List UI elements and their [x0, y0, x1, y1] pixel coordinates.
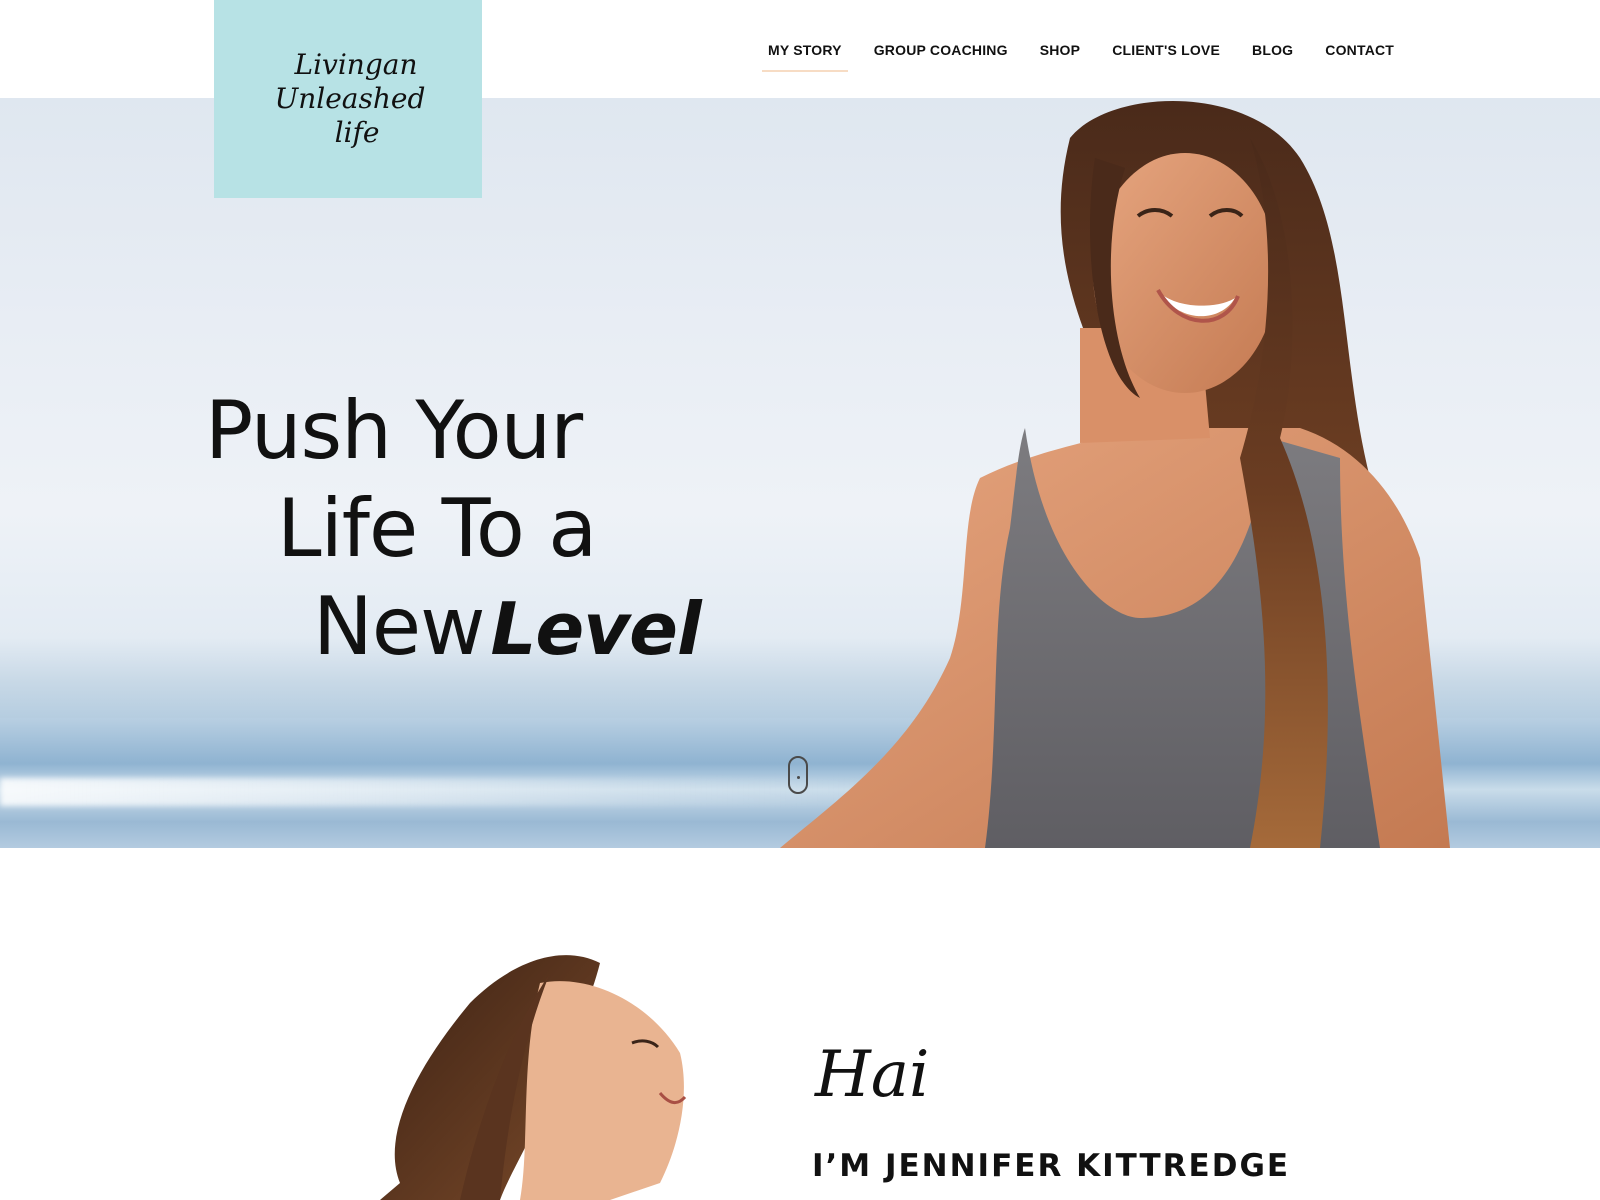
- logo-line-1: Livingan: [294, 48, 418, 81]
- hero-headline-new: New: [313, 579, 485, 673]
- nav-item-blog[interactable]: BLOG: [1246, 38, 1299, 72]
- about-greeting: Hai: [815, 1038, 930, 1112]
- logo-line-3: life: [334, 116, 380, 149]
- about-section: Hai I’M JENNIFER KITTREDGE: [0, 848, 1600, 1200]
- mouse-scroll-icon[interactable]: [788, 756, 808, 794]
- nav-item-my-story[interactable]: MY STORY: [762, 38, 848, 72]
- nav-item-contact[interactable]: CONTACT: [1319, 38, 1400, 72]
- nav-item-shop[interactable]: SHOP: [1034, 38, 1086, 72]
- nav-item-clients-love[interactable]: CLIENT'S LOVE: [1106, 38, 1226, 72]
- hero-headline: Push Your Life To a NewLevel: [205, 382, 702, 678]
- main-nav: MY STORY GROUP COACHING SHOP CLIENT'S LO…: [762, 38, 1420, 72]
- hero-wave-foam: [0, 778, 900, 806]
- nav-item-group-coaching[interactable]: GROUP COACHING: [868, 38, 1014, 72]
- hero-headline-line-1: Push Your: [205, 383, 583, 477]
- hero-headline-line-2: Life To a: [277, 481, 597, 575]
- about-woman-photo: [380, 955, 687, 1200]
- site-logo[interactable]: Livingan Unleashed life: [214, 0, 482, 198]
- hero-banner: Push Your Life To a NewLevel: [0, 98, 1600, 848]
- hero-woman-photo: [780, 100, 1450, 848]
- logo-line-2: Unleashed: [274, 82, 426, 115]
- about-name: I’M JENNIFER KITTREDGE: [812, 1148, 1291, 1184]
- hero-headline-line-3: NewLevel: [205, 578, 702, 678]
- hero-headline-accent: Level: [490, 586, 702, 671]
